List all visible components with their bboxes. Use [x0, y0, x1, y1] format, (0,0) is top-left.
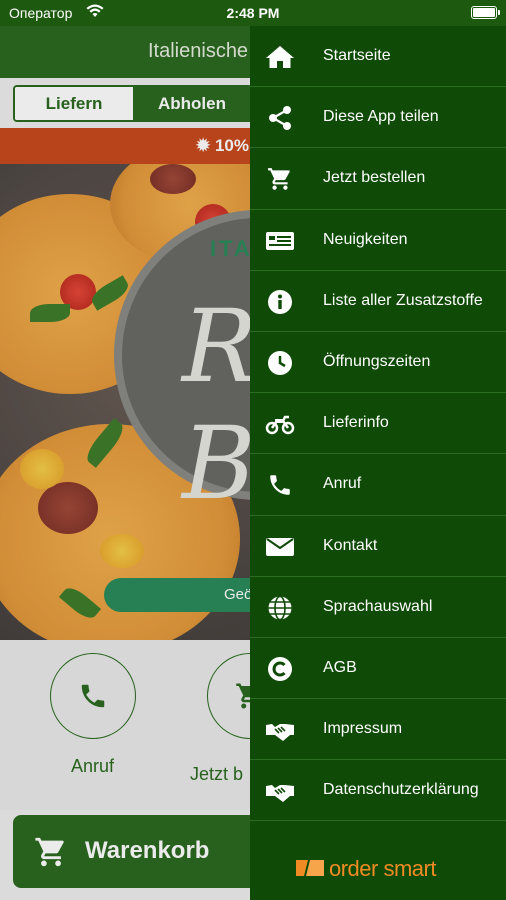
- menu-item-label: Impressum: [323, 720, 403, 738]
- copyright-icon: [268, 656, 292, 681]
- envelope-icon: [266, 537, 294, 556]
- menu-item-order-now[interactable]: Jetzt bestellen: [250, 148, 506, 210]
- phone-icon: [270, 475, 290, 496]
- status-bar: Оператор 2:48 PM: [0, 0, 506, 26]
- menu-item-additives[interactable]: Liste aller Zusatzstoffe: [250, 271, 506, 332]
- menu-item-news[interactable]: Neuigkeiten: [250, 210, 506, 271]
- menu-item-label: Startseite: [323, 47, 391, 64]
- menu-item-label: Jetzt bestellen: [323, 169, 426, 187]
- menu-item-label: Datenschutzerklärung: [323, 781, 479, 799]
- menu-item-label: Anruf: [323, 475, 362, 493]
- menu-item-label: Sprachauswahl: [323, 597, 433, 615]
- brand-text: order smart: [329, 856, 436, 881]
- info-icon: [268, 289, 292, 314]
- menu-item-label: Neuigkeiten: [323, 230, 408, 248]
- menu-item-label: Liste aller Zusatzstoffe: [323, 291, 483, 309]
- menu-item-delivery-info[interactable]: Lieferinfo: [250, 393, 506, 455]
- news-icon: [266, 231, 294, 250]
- cart-icon: [268, 168, 290, 191]
- menu-item-share-app[interactable]: Diese App teilen: [250, 87, 506, 149]
- menu-item-privacy[interactable]: Datenschutzerklärung: [250, 760, 506, 822]
- home-icon: [266, 46, 294, 68]
- clock-icon: [268, 350, 292, 375]
- motorcycle-icon: [265, 415, 295, 435]
- globe-icon: [268, 595, 292, 620]
- handshake-icon: [266, 785, 294, 803]
- menu-item-imprint[interactable]: Impressum: [250, 699, 506, 761]
- menu-item-language[interactable]: Sprachauswahl: [250, 577, 506, 638]
- clock-time: 2:48 PM: [226, 5, 280, 21]
- side-drawer: Startseite Diese App teilen Jetzt bestel…: [250, 26, 506, 900]
- menu-item-label: Diese App teilen: [323, 108, 439, 126]
- share-icon: [269, 106, 291, 131]
- battery-icon: [471, 6, 500, 19]
- menu-item-call[interactable]: Anruf: [250, 454, 506, 516]
- menu-item-label: Kontakt: [323, 536, 378, 554]
- menu-item-label: Lieferinfo: [323, 414, 389, 432]
- menu-item-label: Öffnungszeiten: [323, 352, 431, 370]
- menu-item-startseite[interactable]: Startseite: [250, 26, 506, 88]
- order-smart-logo-icon: [296, 860, 324, 876]
- menu-item-terms[interactable]: AGB: [250, 638, 506, 700]
- menu-item-contact[interactable]: Kontakt: [250, 516, 506, 577]
- order-smart-brand: order smart: [250, 842, 506, 900]
- menu-item-label: AGB: [323, 658, 357, 676]
- handshake-icon: [266, 724, 294, 742]
- menu-item-opening-hours[interactable]: Öffnungszeiten: [250, 332, 506, 394]
